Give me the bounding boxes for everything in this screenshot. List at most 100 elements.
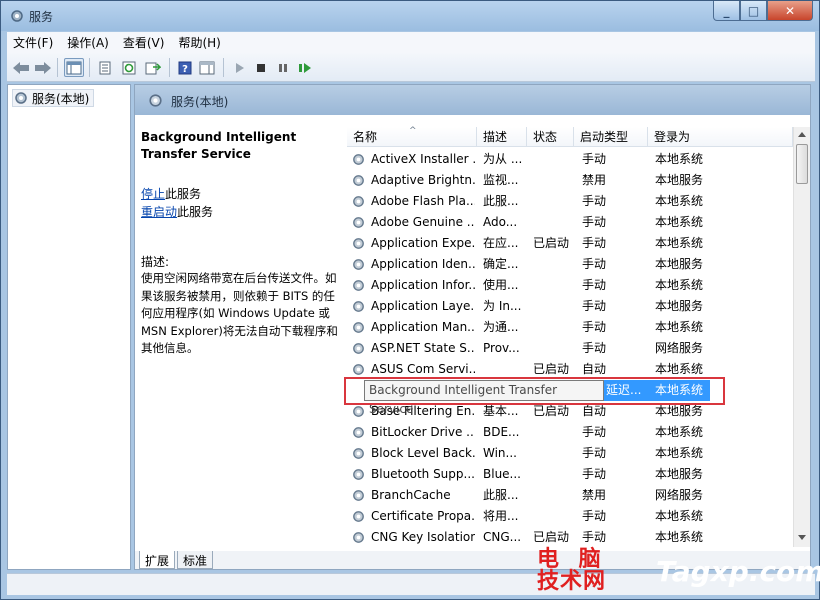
refresh-button[interactable] <box>119 58 139 77</box>
services-gear-icon <box>15 92 27 104</box>
column-header-status[interactable]: 状态 <box>527 127 574 147</box>
cell-status <box>533 170 573 191</box>
cell-logon: 本地服务 <box>655 299 704 313</box>
restart-service-button[interactable] <box>295 58 315 77</box>
show-hide-console-tree-button[interactable] <box>64 58 84 77</box>
close-icon: ✕ <box>784 3 796 18</box>
cell-name: BranchCache <box>371 488 451 502</box>
start-service-button[interactable] <box>229 58 249 77</box>
service-row[interactable]: Adobe Genuine ... Ado... 手动 本地系统 <box>347 212 797 233</box>
service-gear-icon <box>353 364 364 375</box>
cell-desc: 将用... <box>483 509 519 523</box>
cell-startup: 手动 <box>582 152 607 166</box>
menu-view[interactable]: 查看(V) <box>123 34 165 51</box>
menu-help[interactable]: 帮助(H) <box>178 34 220 51</box>
forward-button[interactable] <box>33 58 53 77</box>
service-row[interactable]: CNG Key Isolation CNG... 已启动 手动 本地系统 <box>347 527 797 548</box>
back-button[interactable] <box>11 58 31 77</box>
tree-item-services-local[interactable]: 服务(本地) <box>12 89 95 107</box>
cell-status: 已启动 <box>533 236 570 250</box>
service-row[interactable]: ActiveX Installer ... 为从 ... 手动 本地系统 <box>347 149 797 170</box>
column-header-log-on-as[interactable]: 登录为 <box>648 127 793 147</box>
minimize-icon: _ <box>723 3 730 18</box>
cell-desc: 为从 ... <box>483 152 523 166</box>
cell-desc: 使用... <box>483 278 519 292</box>
export-list-button[interactable] <box>143 58 163 77</box>
service-row[interactable]: Application Man... 为通... 手动 本地系统 <box>347 317 797 338</box>
minimize-button[interactable]: _ <box>713 1 740 21</box>
stop-service-suffix: 此服务 <box>165 187 202 201</box>
services-gear-icon <box>11 10 23 22</box>
cell-logon: 网络服务 <box>655 341 704 355</box>
title-bar[interactable]: 服务 _ □ ✕ <box>1 1 819 31</box>
cell-desc: Blue... <box>483 467 521 481</box>
toolbar-separator <box>57 58 58 77</box>
pause-service-button[interactable] <box>273 58 293 77</box>
service-gear-icon <box>353 532 364 543</box>
service-row[interactable]: Application Laye... 为 In... 手动 本地服务 <box>347 296 797 317</box>
service-row[interactable]: ASP.NET State S... Prov... 手动 网络服务 <box>347 338 797 359</box>
window-title: 服务 <box>29 10 54 24</box>
service-row[interactable]: Adobe Flash Pla... 此服... 手动 本地系统 <box>347 191 797 212</box>
service-row[interactable]: Application Iden... 确定... 手动 本地服务 <box>347 254 797 275</box>
cell-status <box>533 191 573 212</box>
cell-logon: 本地服务 <box>655 173 704 187</box>
service-gear-icon <box>353 301 364 312</box>
highlight-box <box>344 377 725 405</box>
scroll-up-icon[interactable] <box>798 131 806 137</box>
show-action-pane-button[interactable] <box>197 58 217 77</box>
cell-status <box>533 212 573 233</box>
stop-service-button[interactable] <box>251 58 271 77</box>
toolbar-separator <box>89 58 90 77</box>
services-window: 服务 _ □ ✕ 文件(F) 操作(A) 查看(V) 帮助(H) ? 服务(本地… <box>0 0 820 600</box>
properties-button[interactable] <box>95 58 115 77</box>
cell-logon: 本地系统 <box>655 425 704 439</box>
column-header-description[interactable]: 描述 <box>477 127 527 147</box>
scroll-down-icon[interactable] <box>798 535 806 541</box>
vertical-scrollbar[interactable] <box>793 127 810 547</box>
column-header-name[interactable]: 名称 ^ <box>347 126 477 147</box>
service-row[interactable]: Adaptive Brightn... 监视... 禁用 本地服务 <box>347 170 797 191</box>
tab-standard[interactable]: 标准 <box>177 551 214 569</box>
cell-startup: 手动 <box>582 320 607 334</box>
restart-icon <box>299 62 311 73</box>
help-icon: ? <box>178 61 192 75</box>
column-header-label: 启动类型 <box>580 130 629 144</box>
service-row[interactable]: Application Infor... 使用... 手动 本地系统 <box>347 275 797 296</box>
pane-title: 服务(本地) <box>171 95 229 109</box>
service-row[interactable]: BranchCache 此服... 禁用 网络服务 <box>347 485 797 506</box>
service-row[interactable]: Block Level Back... Win... 手动 本地系统 <box>347 443 797 464</box>
cell-name: ASP.NET State S... <box>371 341 475 355</box>
cell-name: Bluetooth Supp... <box>371 467 475 481</box>
restart-service-link[interactable]: 重启动 <box>141 205 177 219</box>
cell-startup: 手动 <box>582 509 607 523</box>
cell-status <box>533 464 573 485</box>
scroll-thumb[interactable] <box>796 144 808 184</box>
stop-service-link[interactable]: 停止 <box>141 187 165 201</box>
maximize-button[interactable]: □ <box>740 1 767 21</box>
console-tree-icon <box>66 61 82 74</box>
tab-label: 标准 <box>183 554 208 568</box>
service-gear-icon <box>353 175 364 186</box>
menu-action[interactable]: 操作(A) <box>67 34 109 51</box>
cell-name: Adobe Genuine ... <box>371 215 475 229</box>
service-row[interactable]: Bluetooth Supp... Blue... 手动 本地服务 <box>347 464 797 485</box>
cell-status <box>533 422 573 443</box>
cell-startup: 手动 <box>582 257 607 271</box>
cell-desc: 此服... <box>483 194 519 208</box>
svg-text:?: ? <box>182 64 188 75</box>
column-header-startup-type[interactable]: 启动类型 <box>574 127 648 147</box>
cell-name: Application Expe... <box>371 236 475 250</box>
service-row[interactable]: BitLocker Drive ... BDE... 手动 本地系统 <box>347 422 797 443</box>
help-button[interactable]: ? <box>175 58 195 77</box>
cell-startup: 手动 <box>582 194 607 208</box>
toolbar-separator <box>223 58 224 77</box>
service-row[interactable]: Certificate Propa... 将用... 手动 本地系统 <box>347 506 797 527</box>
menu-file[interactable]: 文件(F) <box>13 34 53 51</box>
service-row[interactable]: Application Expe... 在应... 已启动 手动 本地系统 <box>347 233 797 254</box>
cell-name: Application Iden... <box>371 257 475 271</box>
cell-logon: 本地系统 <box>655 509 704 523</box>
tab-extended[interactable]: 扩展 <box>139 551 176 569</box>
close-button[interactable]: ✕ <box>767 1 813 21</box>
cell-name: Certificate Propa... <box>371 509 475 523</box>
